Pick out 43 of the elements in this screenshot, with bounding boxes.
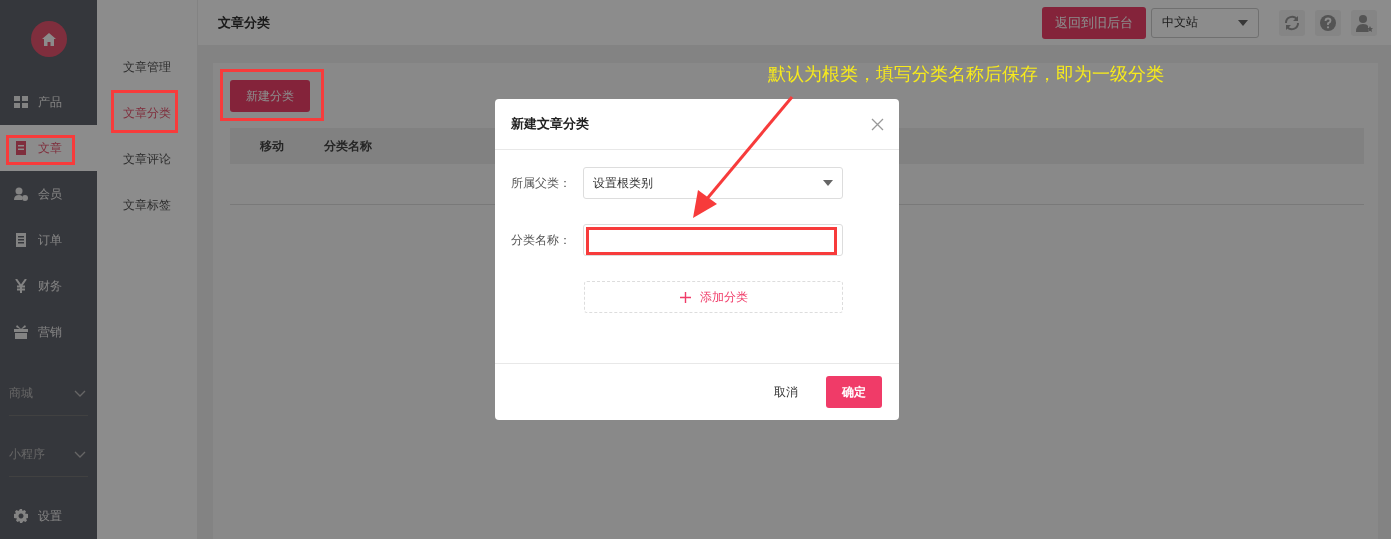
field-label: 所属父类： <box>511 174 572 192</box>
parent-select[interactable]: 设置根类别 <box>583 167 843 199</box>
grid-icon <box>14 95 28 109</box>
cancel-button[interactable]: 取消 <box>762 383 810 401</box>
new-category-button[interactable]: 新建分类 <box>230 80 310 112</box>
list-icon <box>14 233 28 247</box>
caret-icon <box>823 180 833 186</box>
sidebar-item[interactable]: 订单 <box>0 217 97 263</box>
sidebar-item[interactable]: 产品 <box>0 79 97 125</box>
highlight-frame <box>6 135 75 165</box>
chevron-down-icon <box>74 389 86 397</box>
close-icon[interactable] <box>871 117 884 131</box>
dialog-title: 新建文章分类 <box>511 115 589 133</box>
caret-icon <box>1238 19 1248 26</box>
column-header: 移动 <box>260 137 284 155</box>
highlight-frame <box>111 90 178 133</box>
document-icon <box>14 141 28 155</box>
plus-icon <box>679 291 691 303</box>
sidebar-item[interactable]: 营销 <box>0 309 97 355</box>
subnav-item[interactable]: 文章管理 <box>97 44 197 90</box>
subnav-item[interactable]: 文章标签 <box>97 182 197 228</box>
page-title: 文章分类 <box>218 13 270 32</box>
field-label: 分类名称： <box>511 231 572 249</box>
settings-item[interactable]: 设置 <box>0 493 97 539</box>
subnav-item[interactable]: 文章分类 <box>97 90 197 136</box>
sidebar-item[interactable]: 财务 <box>0 263 97 309</box>
gift-icon <box>14 325 28 339</box>
user-icon[interactable] <box>1351 9 1377 36</box>
refresh-icon[interactable] <box>1279 9 1305 36</box>
chevron-down-icon <box>74 450 86 458</box>
sidebar-item[interactable]: 会员 <box>0 171 97 217</box>
site-select[interactable]: 中文站 <box>1151 7 1259 38</box>
home-icon[interactable] <box>30 21 67 57</box>
subnav-item[interactable]: 文章评论 <box>97 136 197 182</box>
annotation-text: 默认为根类，填写分类名称后保存，即为一级分类 <box>768 62 1164 86</box>
add-category-button[interactable]: 添加分类 <box>584 281 843 313</box>
user-icon <box>14 187 28 201</box>
back-button[interactable]: 返回到旧后台 <box>1042 6 1146 39</box>
column-header: 分类名称 <box>324 137 372 155</box>
help-icon[interactable] <box>1315 9 1341 36</box>
settings-icon <box>14 509 28 523</box>
yen-icon <box>14 279 28 293</box>
confirm-button[interactable]: 确定 <box>826 376 882 408</box>
